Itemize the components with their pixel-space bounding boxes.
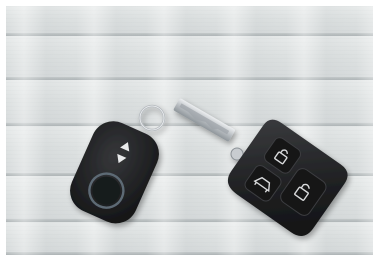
keys-illustration: [70, 98, 348, 236]
wooden-table-photo: [6, 6, 373, 255]
flip-key: [173, 98, 348, 236]
keyless-fob: [70, 104, 166, 224]
key-body: [227, 119, 348, 236]
fob-body: [70, 121, 159, 224]
